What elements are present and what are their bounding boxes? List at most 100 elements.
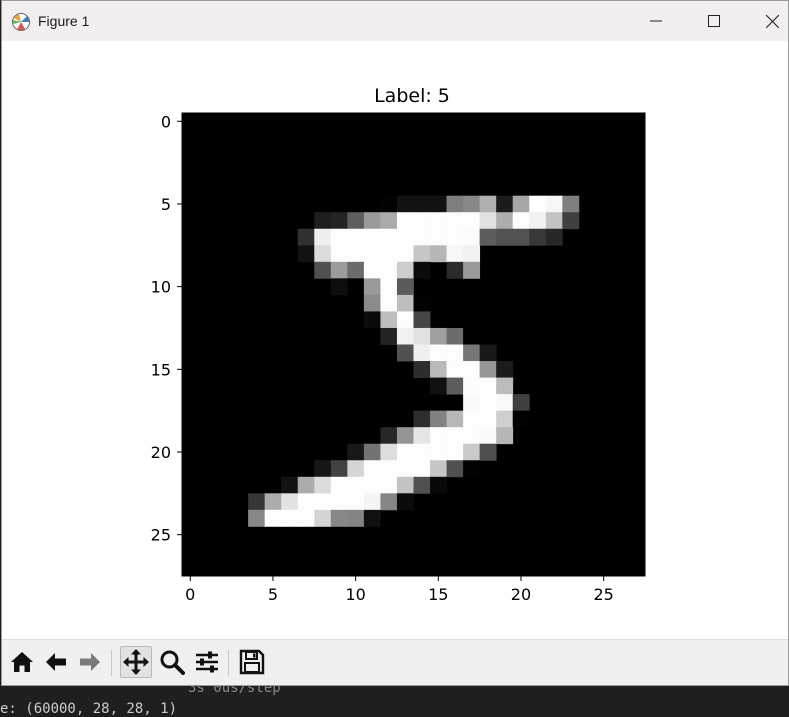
image-pixel (314, 212, 332, 230)
image-pixel (380, 261, 398, 279)
image-pixel (297, 476, 315, 494)
minimize-icon (650, 20, 662, 22)
home-button[interactable] (6, 646, 38, 678)
image-pixel (463, 460, 481, 478)
image-pixel (396, 311, 414, 329)
image-pixel (479, 361, 497, 378)
image-pixel (545, 195, 563, 213)
zoom-icon (160, 650, 185, 675)
image-pixel (446, 344, 464, 362)
image-pixel (430, 460, 447, 478)
image-pixel (396, 195, 414, 213)
image-pixel (281, 493, 299, 511)
image-pixel (363, 443, 381, 461)
window-title: Figure 1 (38, 13, 90, 29)
y-tick-label: 25 (151, 526, 171, 545)
maximize-icon (708, 15, 720, 27)
image-pixel (430, 245, 447, 263)
image-pixel (413, 245, 431, 263)
image-pixel (347, 460, 365, 478)
image-pixel (396, 294, 414, 312)
image-pixel (380, 228, 398, 246)
image-pixel (330, 493, 348, 511)
image-pixel (363, 311, 381, 329)
image-pixel (413, 460, 431, 478)
image-pixel (479, 427, 497, 445)
image-pixel (512, 212, 530, 230)
image-pixel (380, 493, 398, 511)
image-pixel (413, 327, 431, 345)
image-pixel (363, 212, 381, 230)
image-pixel (363, 228, 381, 246)
image-pixel (463, 427, 481, 445)
image-pixel (380, 476, 398, 494)
image-pixel (413, 443, 431, 461)
image-pixel (463, 394, 481, 412)
image-pixel (430, 443, 447, 461)
title-bar[interactable]: Figure 1 (2, 1, 788, 41)
zoom-button[interactable] (156, 646, 188, 678)
pan-button[interactable] (120, 646, 152, 678)
image-pixel (314, 493, 332, 511)
image-pixel (330, 245, 348, 263)
y-tick-label: 20 (151, 443, 171, 462)
image-pixel (446, 212, 464, 230)
image-pixel (529, 228, 547, 246)
toolbar-separator (111, 650, 112, 676)
image-pixel (281, 509, 299, 527)
image-pixel (446, 245, 464, 263)
image-pixel (396, 278, 414, 296)
image-pixel (430, 344, 447, 362)
image-pixel (446, 443, 464, 461)
image-pixel (330, 476, 348, 494)
forward-button[interactable] (74, 646, 106, 678)
image-pixel (363, 261, 381, 279)
image-plot: Label: 5 0 5 10 15 20 25 0 5 10 15 20 25 (151, 85, 646, 604)
image-pixel (496, 228, 514, 246)
image-pixel (396, 212, 414, 230)
image-pixel (463, 228, 481, 246)
figure-window: Figure 1 Label: 5 0 5 10 15 20 25 0 5 10 15 20 25 (1, 0, 789, 686)
image-pixel (363, 460, 381, 478)
close-button[interactable] (743, 1, 788, 41)
image-pixel (512, 410, 530, 428)
image-pixel (430, 361, 447, 378)
x-tick-label: 20 (511, 585, 531, 604)
maximize-button[interactable] (685, 1, 743, 41)
image-pixel (430, 410, 447, 428)
image-pixel (363, 294, 381, 312)
image-pixel (463, 261, 481, 279)
image-pixel (347, 493, 365, 511)
figure-canvas[interactable]: Label: 5 0 5 10 15 20 25 0 5 10 15 20 25 (2, 41, 788, 639)
save-button[interactable] (236, 646, 268, 678)
image-pixel (479, 410, 497, 428)
back-button[interactable] (40, 646, 72, 678)
image-pixel (512, 228, 530, 246)
image-pixel (446, 377, 464, 395)
image-pixel (463, 245, 481, 263)
image-pixel (496, 410, 514, 428)
image-pixel (496, 361, 514, 378)
image-pixel (264, 493, 282, 511)
image-pixel (430, 212, 447, 230)
image-pixel (396, 344, 414, 362)
image-pixel (314, 245, 332, 263)
image-pixel (413, 261, 431, 279)
x-tick-label: 5 (268, 585, 278, 604)
image-pixel (380, 294, 398, 312)
navigation-toolbar (2, 639, 788, 685)
image-pixel (446, 195, 464, 213)
image-pixel (446, 460, 464, 478)
save-icon (239, 649, 265, 675)
image-pixel (396, 476, 414, 494)
image-pixel (562, 212, 580, 230)
configure-subplots-button[interactable] (191, 646, 223, 678)
image-pixel (529, 195, 547, 213)
image-pixel (330, 509, 348, 527)
home-icon (11, 652, 33, 672)
image-pixel (396, 228, 414, 246)
forward-arrow-icon (80, 653, 100, 671)
minimize-button[interactable] (627, 1, 685, 41)
image-pixel (430, 195, 447, 213)
image-pixel (463, 212, 481, 230)
